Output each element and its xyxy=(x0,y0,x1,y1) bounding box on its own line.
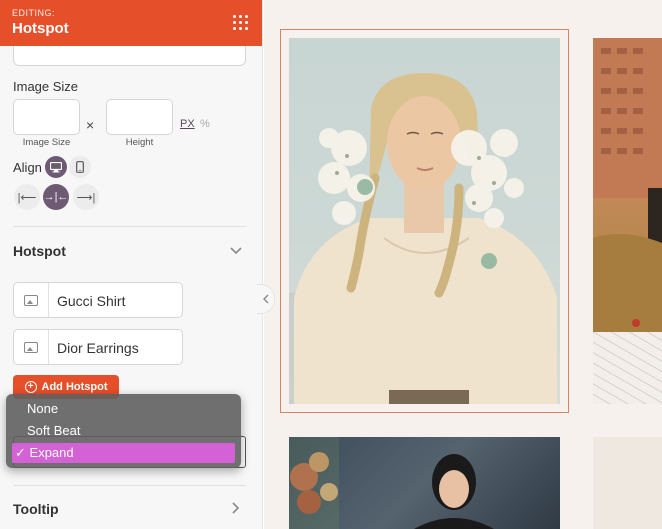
align-center-icon[interactable]: →|← xyxy=(43,184,69,210)
chevron-right-icon[interactable] xyxy=(232,502,240,517)
image-icon xyxy=(14,330,49,364)
dropdown-option-label: Expand xyxy=(29,445,74,460)
hotspot-item[interactable]: Dior Earrings xyxy=(13,329,183,365)
hotspot-item-label: Dior Earrings xyxy=(57,340,139,356)
gallery-image-portrait[interactable] xyxy=(289,437,560,529)
chevron-down-icon[interactable] xyxy=(230,244,242,258)
hotspot-item[interactable]: Gucci Shirt xyxy=(13,282,183,318)
mobile-icon[interactable] xyxy=(69,156,91,178)
tooltip-section-title[interactable]: Tooltip xyxy=(13,501,59,517)
section-divider xyxy=(13,485,246,486)
image-width-caption: Image Size xyxy=(22,137,71,148)
image-width-input[interactable] xyxy=(13,99,80,135)
align-label: Align xyxy=(13,160,42,175)
image-icon xyxy=(14,283,49,317)
gallery-image-mosaic[interactable] xyxy=(593,332,662,404)
align-left-icon[interactable]: |⟵ xyxy=(14,184,40,210)
unit-px-toggle[interactable]: PX xyxy=(180,118,195,130)
plus-circle-icon: + xyxy=(24,381,37,393)
gallery-image-placeholder[interactable] xyxy=(593,437,662,529)
size-separator: × xyxy=(86,117,95,133)
animation-dropdown-menu: None Soft Beat ✓ Expand xyxy=(6,394,241,468)
checkmark-icon: ✓ xyxy=(15,445,26,460)
desktop-icon[interactable] xyxy=(45,156,67,178)
hotspot-item-label: Gucci Shirt xyxy=(57,293,126,309)
unit-percent-toggle[interactable]: % xyxy=(200,118,210,130)
add-hotspot-label: Add Hotspot xyxy=(41,381,108,393)
hotspot-marker[interactable] xyxy=(481,253,497,269)
preview-canvas xyxy=(264,0,662,529)
panel-header: EDITING: Hotspot xyxy=(0,0,262,46)
image-size-label: Image Size xyxy=(13,79,79,94)
align-right-icon[interactable]: ⟶| xyxy=(73,184,99,210)
gallery-image-city[interactable] xyxy=(593,38,662,332)
image-height-input[interactable] xyxy=(106,99,173,135)
hotspot-image[interactable] xyxy=(289,38,560,404)
hotspot-marker[interactable] xyxy=(357,179,373,195)
panel-title: Hotspot xyxy=(12,20,69,37)
image-height-caption: Height xyxy=(125,137,154,148)
grid-dots-icon[interactable] xyxy=(231,13,251,33)
dropdown-option-soft-beat[interactable]: Soft Beat xyxy=(12,421,235,441)
editing-label: EDITING: xyxy=(12,8,56,18)
hotspot-section-title: Hotspot xyxy=(13,243,66,259)
dropdown-option-none[interactable]: None xyxy=(12,399,235,419)
section-divider xyxy=(13,226,246,227)
dropdown-option-expand[interactable]: ✓ Expand xyxy=(12,443,235,463)
